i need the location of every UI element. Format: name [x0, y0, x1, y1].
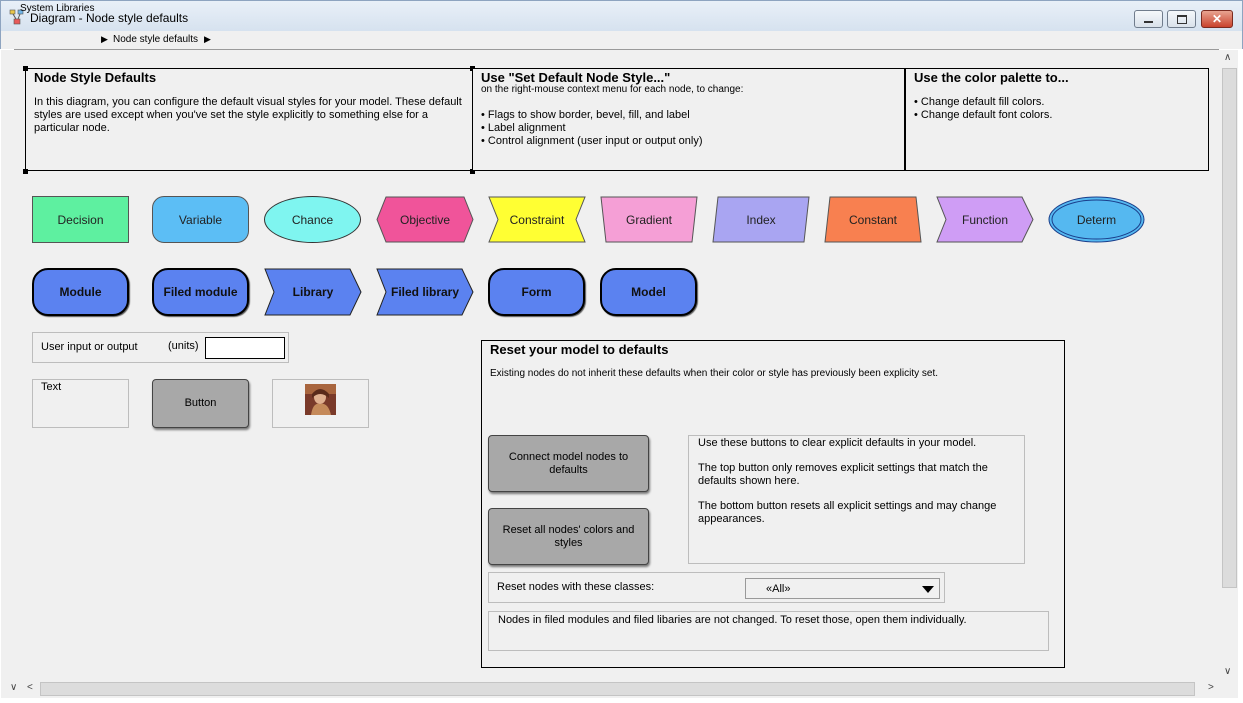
breadcrumb-item-node-style-defaults[interactable]: Node style defaults [113, 34, 198, 45]
node-label: Constant [848, 212, 898, 227]
maximize-icon [1176, 14, 1187, 24]
node-label: Library [292, 285, 334, 299]
color-palette-text-box[interactable]: Use the color palette to... • Change def… [905, 68, 1209, 171]
scroll-right-icon[interactable]: > [1208, 682, 1214, 693]
chevron-down-icon [922, 585, 934, 597]
user-io-input[interactable] [205, 337, 285, 359]
scroll-left-icon[interactable]: < [27, 682, 33, 693]
default-style-bullet: • Label alignment [481, 122, 566, 134]
classes-dropdown[interactable]: «All» [745, 578, 940, 599]
constraint-node[interactable]: Constraint [488, 196, 586, 243]
user-io-label: User input or output [41, 341, 138, 353]
node-label: Function [961, 212, 1009, 227]
breadcrumb-item-system-libraries[interactable]: System Libraries [20, 3, 94, 14]
gradient-node[interactable]: Gradient [600, 196, 698, 243]
form-node[interactable]: Form [488, 268, 585, 316]
default-style-subtitle: on the right-mouse context menu for each… [481, 84, 744, 95]
reset-button-label: Reset all nodes' colors and styles [502, 523, 635, 549]
scroll-down-icon[interactable]: ∨ [1224, 666, 1231, 677]
help-line: Use these buttons to clear explicit defa… [698, 437, 977, 449]
button-node[interactable]: Button [152, 379, 249, 428]
default-style-bullet: • Control alignment (user input or outpu… [481, 135, 703, 147]
function-node[interactable]: Function [936, 196, 1034, 243]
reset-panel-title: Reset your model to defaults [490, 342, 669, 357]
color-palette-bullet: • Change default fill colors. [914, 96, 1045, 108]
vertical-scroll-thumb[interactable] [1222, 68, 1237, 588]
user-io-node[interactable]: User input or output (units) [32, 332, 289, 363]
picture-node[interactable] [272, 379, 369, 428]
breadcrumb-arrow-icon: ▶ [204, 34, 211, 44]
determ-node[interactable]: Determ [1048, 196, 1145, 243]
intro-text-box[interactable]: Node Style Defaults In this diagram, you… [25, 68, 473, 171]
intro-title: Node Style Defaults [34, 70, 157, 85]
portrait-picture-icon [305, 384, 336, 415]
horizontal-scroll-thumb[interactable] [40, 682, 1195, 696]
note-text: Nodes in filed modules and filed libarie… [498, 614, 967, 626]
text-node-label: Text [41, 381, 62, 393]
index-node[interactable]: Index [712, 196, 810, 243]
close-icon: ✕ [1211, 12, 1223, 26]
node-label: Decision [57, 212, 104, 227]
decision-node[interactable]: Decision [32, 196, 129, 243]
breadcrumb-arrow-icon: ▶ [101, 34, 108, 44]
default-style-bullet: • Flags to show border, bevel, fill, and… [481, 109, 690, 121]
objective-node[interactable]: Objective [376, 196, 474, 243]
node-label: Variable [178, 212, 223, 227]
constant-node[interactable]: Constant [824, 196, 922, 243]
help-line: The top button only removes explicit set… [698, 462, 988, 487]
node-label: Model [631, 285, 666, 299]
node-label: Gradient [625, 212, 673, 227]
scroll-up-icon[interactable]: ∧ [1224, 52, 1231, 63]
collapse-icon[interactable]: ∨ [10, 682, 17, 693]
library-node[interactable]: Library [264, 268, 362, 316]
node-label: Filed library [390, 285, 460, 299]
classes-dropdown-value: «All» [766, 583, 791, 595]
classes-label: Reset nodes with these classes: [497, 581, 655, 593]
selection-handle[interactable] [23, 66, 28, 71]
note-box: Nodes in filed modules and filed libarie… [488, 611, 1049, 651]
variable-node[interactable]: Variable [152, 196, 249, 243]
minimize-icon [1144, 21, 1153, 23]
node-label: Chance [291, 212, 334, 227]
default-style-text-box[interactable]: Use "Set Default Node Style..." on the r… [473, 68, 905, 171]
node-label: Constraint [509, 212, 565, 227]
connect-button-label: Connect model nodes to defaults [508, 450, 629, 476]
classes-row: Reset nodes with these classes: «All» [488, 572, 945, 603]
module-node[interactable]: Module [32, 268, 129, 316]
intro-body: In this diagram, you can configure the d… [34, 96, 462, 134]
node-label: Filed module [163, 285, 238, 299]
units-label: (units) [168, 340, 199, 352]
chance-node[interactable]: Chance [264, 196, 361, 243]
node-label: Module [59, 285, 102, 299]
node-label: Determ [1076, 212, 1117, 227]
filed-library-node[interactable]: Filed library [376, 268, 474, 316]
connect-model-nodes-button[interactable]: Connect model nodes to defaults [488, 435, 649, 492]
maximize-button[interactable] [1167, 10, 1196, 28]
color-palette-bullet: • Change default font colors. [914, 109, 1053, 121]
reset-all-nodes-button[interactable]: Reset all nodes' colors and styles [488, 508, 649, 565]
reset-panel-subtitle: Existing nodes do not inherit these defa… [490, 368, 939, 379]
node-label: Form [521, 285, 552, 299]
text-node[interactable]: Text [32, 379, 129, 428]
help-line: The bottom button resets all explicit se… [698, 500, 997, 525]
selection-handle[interactable] [23, 169, 28, 174]
minimize-button[interactable] [1134, 10, 1163, 28]
color-palette-title: Use the color palette to... [914, 70, 1069, 85]
filed-module-node[interactable]: Filed module [152, 268, 249, 316]
model-node[interactable]: Model [600, 268, 697, 316]
default-style-title: Use "Set Default Node Style..." [481, 70, 671, 85]
button-node-label: Button [184, 397, 217, 409]
help-text-box: Use these buttons to clear explicit defa… [688, 435, 1025, 564]
node-label: Index [746, 212, 776, 227]
node-label: Objective [399, 212, 451, 227]
close-button[interactable]: ✕ [1201, 10, 1233, 28]
